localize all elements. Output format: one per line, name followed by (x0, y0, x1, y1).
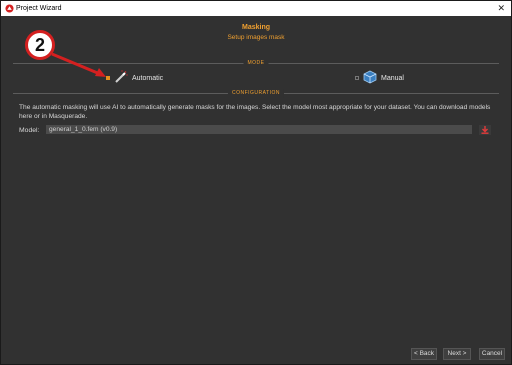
configuration-section-header: CONFIGURATION (13, 89, 499, 98)
page-subtitle: Setup images mask (227, 34, 285, 41)
download-icon[interactable] (479, 125, 491, 135)
mode-section-header: MODE (13, 59, 499, 68)
masking-description: The automatic masking will use AI to aut… (19, 104, 491, 120)
automatic-label: Automatic (132, 75, 164, 82)
configuration-section-label: CONFIGURATION (227, 89, 285, 98)
page-title: Masking (241, 24, 270, 31)
automatic-radio[interactable] (106, 76, 110, 80)
title-bar: Project Wizard ✕ (1, 1, 511, 16)
manual-radio[interactable] (355, 76, 359, 80)
manual-label: Manual (381, 75, 404, 82)
next-button[interactable]: Next > (443, 348, 471, 360)
step-number-badge: 2 (25, 30, 55, 60)
window-title: Project Wizard (16, 5, 62, 12)
cancel-button[interactable]: Cancel (479, 348, 505, 360)
back-button[interactable]: < Back (411, 348, 437, 360)
close-icon[interactable]: ✕ (497, 3, 505, 13)
model-label: Model: (19, 127, 40, 134)
mode-section-label: MODE (243, 59, 269, 68)
model-select[interactable]: general_1_0.fem (v0.9) (46, 125, 472, 134)
project-wizard-window: Project Wizard ✕ Masking Setup images ma… (0, 0, 512, 365)
cube-icon (363, 70, 377, 84)
magic-wand-icon (115, 70, 128, 83)
app-logo-icon (5, 4, 14, 13)
